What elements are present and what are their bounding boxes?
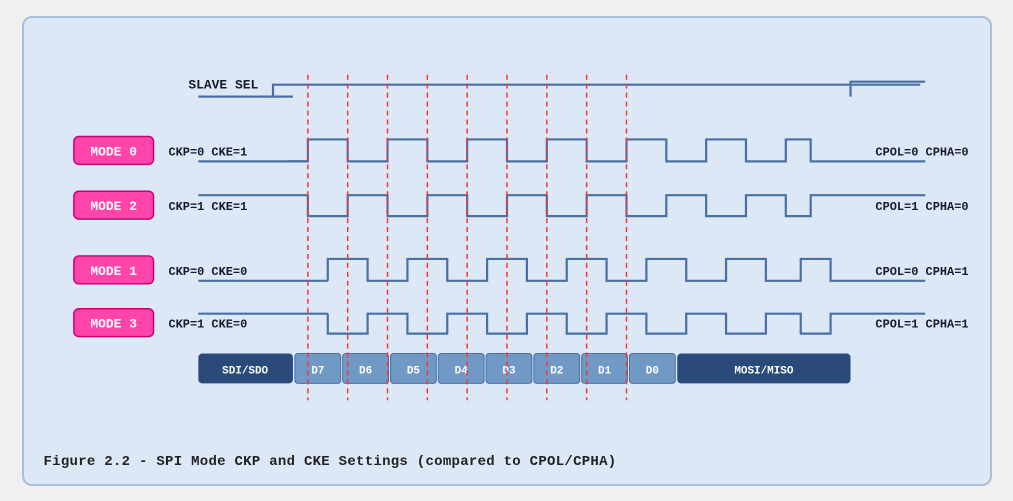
- mode3-badge: MODE 3: [90, 316, 137, 331]
- d7-label: D7: [311, 365, 324, 377]
- mode2-badge: MODE 2: [90, 199, 137, 214]
- figure-caption: Figure 2.2 - SPI Mode CKP and CKE Settin…: [44, 454, 970, 470]
- d5-label: D5: [406, 365, 419, 377]
- d0-label: D0: [645, 365, 658, 377]
- mode1-right: CPOL=0 CPHA=1: [875, 264, 968, 278]
- mode1-params: CKP=0 CKE=0: [168, 264, 247, 278]
- mode2-right: CPOL=1 CPHA=0: [875, 200, 968, 214]
- d2-label: D2: [550, 365, 563, 377]
- d1-label: D1: [598, 365, 612, 377]
- sdi-sdo-label: SDI/SDO: [222, 365, 268, 377]
- mode3-right: CPOL=1 CPHA=1: [875, 317, 968, 331]
- diagram-container: SLAVE SEL MODE 0 CKP=0 CKE=1 CPOL=0 CPHA…: [22, 16, 992, 486]
- slave-sel-label: SLAVE SEL: [188, 77, 258, 92]
- mode0-badge: MODE 0: [90, 144, 137, 159]
- d6-label: D6: [359, 365, 372, 377]
- mode3-params: CKP=1 CKE=0: [168, 317, 247, 331]
- d3-label: D3: [502, 365, 516, 377]
- mode1-badge: MODE 1: [90, 263, 137, 278]
- diagram-area: SLAVE SEL MODE 0 CKP=0 CKE=1 CPOL=0 CPHA…: [44, 36, 970, 446]
- d4-label: D4: [454, 365, 468, 377]
- mode0-params: CKP=0 CKE=1: [168, 145, 247, 159]
- mode0-right: CPOL=0 CPHA=0: [875, 145, 968, 159]
- diagram-svg: SLAVE SEL MODE 0 CKP=0 CKE=1 CPOL=0 CPHA…: [44, 36, 970, 446]
- mode2-params: CKP=1 CKE=1: [168, 200, 247, 214]
- mosi-miso-label: MOSI/MISO: [734, 365, 794, 377]
